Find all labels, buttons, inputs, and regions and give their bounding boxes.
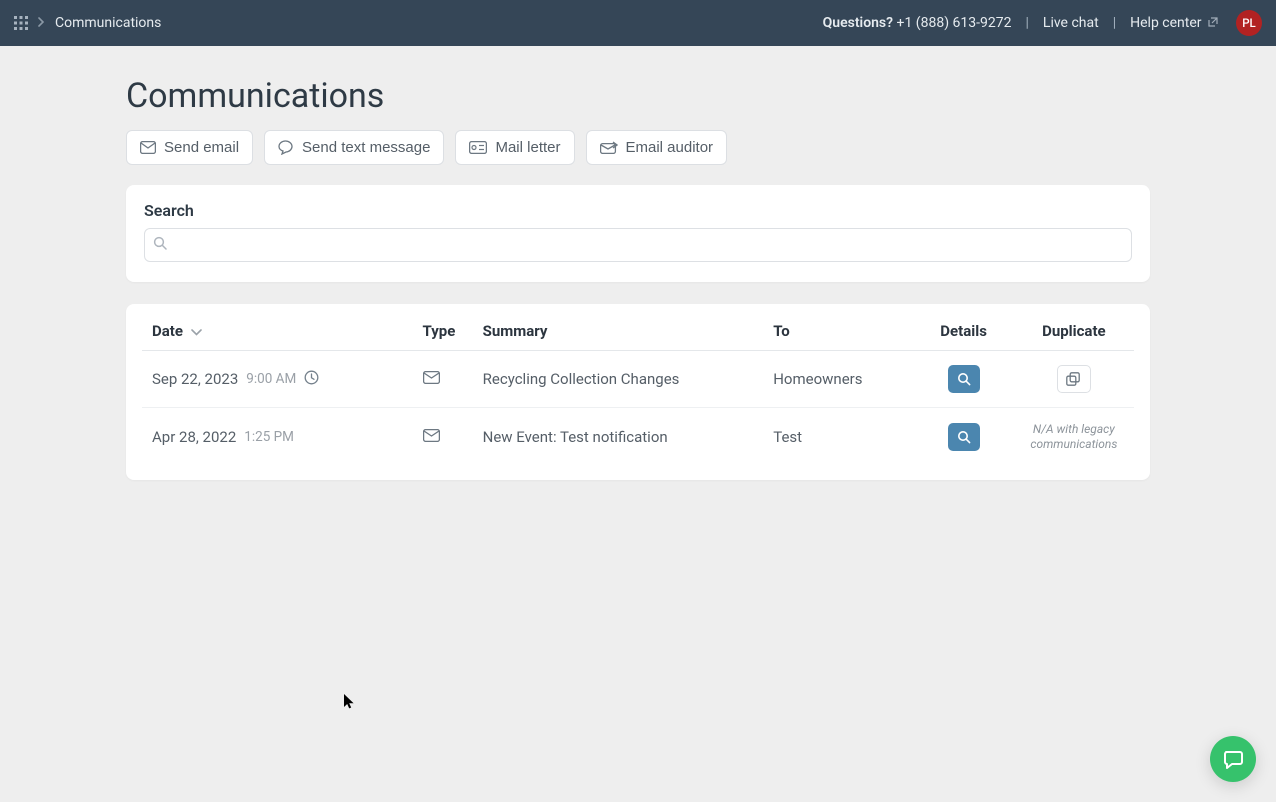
search-icon xyxy=(957,430,971,444)
column-header-summary[interactable]: Summary xyxy=(473,304,764,351)
column-header-type[interactable]: Type xyxy=(413,304,473,351)
details-button[interactable] xyxy=(948,365,980,393)
chevron-right-icon xyxy=(38,15,45,31)
communications-table: Date Type Summary To Details Duplicate xyxy=(142,304,1134,466)
help-center-link[interactable]: Help center xyxy=(1130,15,1218,31)
search-icon xyxy=(957,372,971,386)
envelope-open-icon xyxy=(600,141,618,154)
column-header-to[interactable]: To xyxy=(763,304,913,351)
support-phone: Questions? +1 (888) 613-9272 xyxy=(823,15,1012,31)
column-header-date[interactable]: Date xyxy=(142,304,413,351)
duplicate-button[interactable] xyxy=(1057,365,1091,393)
action-toolbar: Send email Send text message Mail letter… xyxy=(126,130,1150,165)
row-to: Test xyxy=(763,408,913,467)
copy-icon xyxy=(1066,372,1081,387)
live-chat-link[interactable]: Live chat xyxy=(1043,15,1099,31)
row-summary: New Event: Test notification xyxy=(473,408,764,467)
breadcrumb: Communications xyxy=(55,15,161,31)
mailbox-icon xyxy=(469,141,487,154)
clock-icon xyxy=(304,370,319,389)
row-time: 9:00 AM xyxy=(246,371,296,387)
page-title: Communications xyxy=(126,76,1150,116)
envelope-icon xyxy=(140,141,156,154)
mail-letter-button[interactable]: Mail letter xyxy=(455,130,574,165)
avatar[interactable]: PL xyxy=(1236,10,1262,36)
search-input[interactable] xyxy=(144,228,1132,262)
envelope-icon xyxy=(423,428,440,446)
details-button[interactable] xyxy=(948,423,980,451)
table-row: Apr 28, 2022 1:25 PM New Event: Test not… xyxy=(142,408,1134,467)
external-link-icon xyxy=(1208,15,1218,31)
search-card: Search xyxy=(126,185,1150,282)
row-date: Apr 28, 2022 xyxy=(152,428,236,446)
row-summary: Recycling Collection Changes xyxy=(473,351,764,408)
separator: | xyxy=(1113,15,1116,31)
chat-launcher[interactable] xyxy=(1210,736,1256,782)
table-row: Sep 22, 2023 9:00 AM Recycling Collectio… xyxy=(142,351,1134,408)
chat-icon xyxy=(1222,748,1244,770)
send-email-button[interactable]: Send email xyxy=(126,130,253,165)
top-nav: Communications Questions? +1 (888) 613-9… xyxy=(0,0,1276,46)
column-header-duplicate: Duplicate xyxy=(1014,304,1134,351)
search-icon xyxy=(153,236,167,254)
separator: | xyxy=(1026,15,1029,31)
row-date: Sep 22, 2023 xyxy=(152,370,238,388)
row-time: 1:25 PM xyxy=(244,429,294,445)
chat-bubble-icon xyxy=(278,140,294,155)
search-label: Search xyxy=(144,201,1132,220)
column-header-details: Details xyxy=(914,304,1014,351)
envelope-icon xyxy=(423,370,440,388)
mouse-cursor xyxy=(344,694,356,714)
email-auditor-button[interactable]: Email auditor xyxy=(586,130,728,165)
send-text-message-button[interactable]: Send text message xyxy=(264,130,444,165)
row-to: Homeowners xyxy=(763,351,913,408)
chevron-down-icon xyxy=(191,322,202,340)
duplicate-not-available: N/A with legacy communications xyxy=(1024,422,1124,452)
communications-table-card: Date Type Summary To Details Duplicate xyxy=(126,304,1150,480)
apps-grid-icon[interactable] xyxy=(14,16,28,30)
